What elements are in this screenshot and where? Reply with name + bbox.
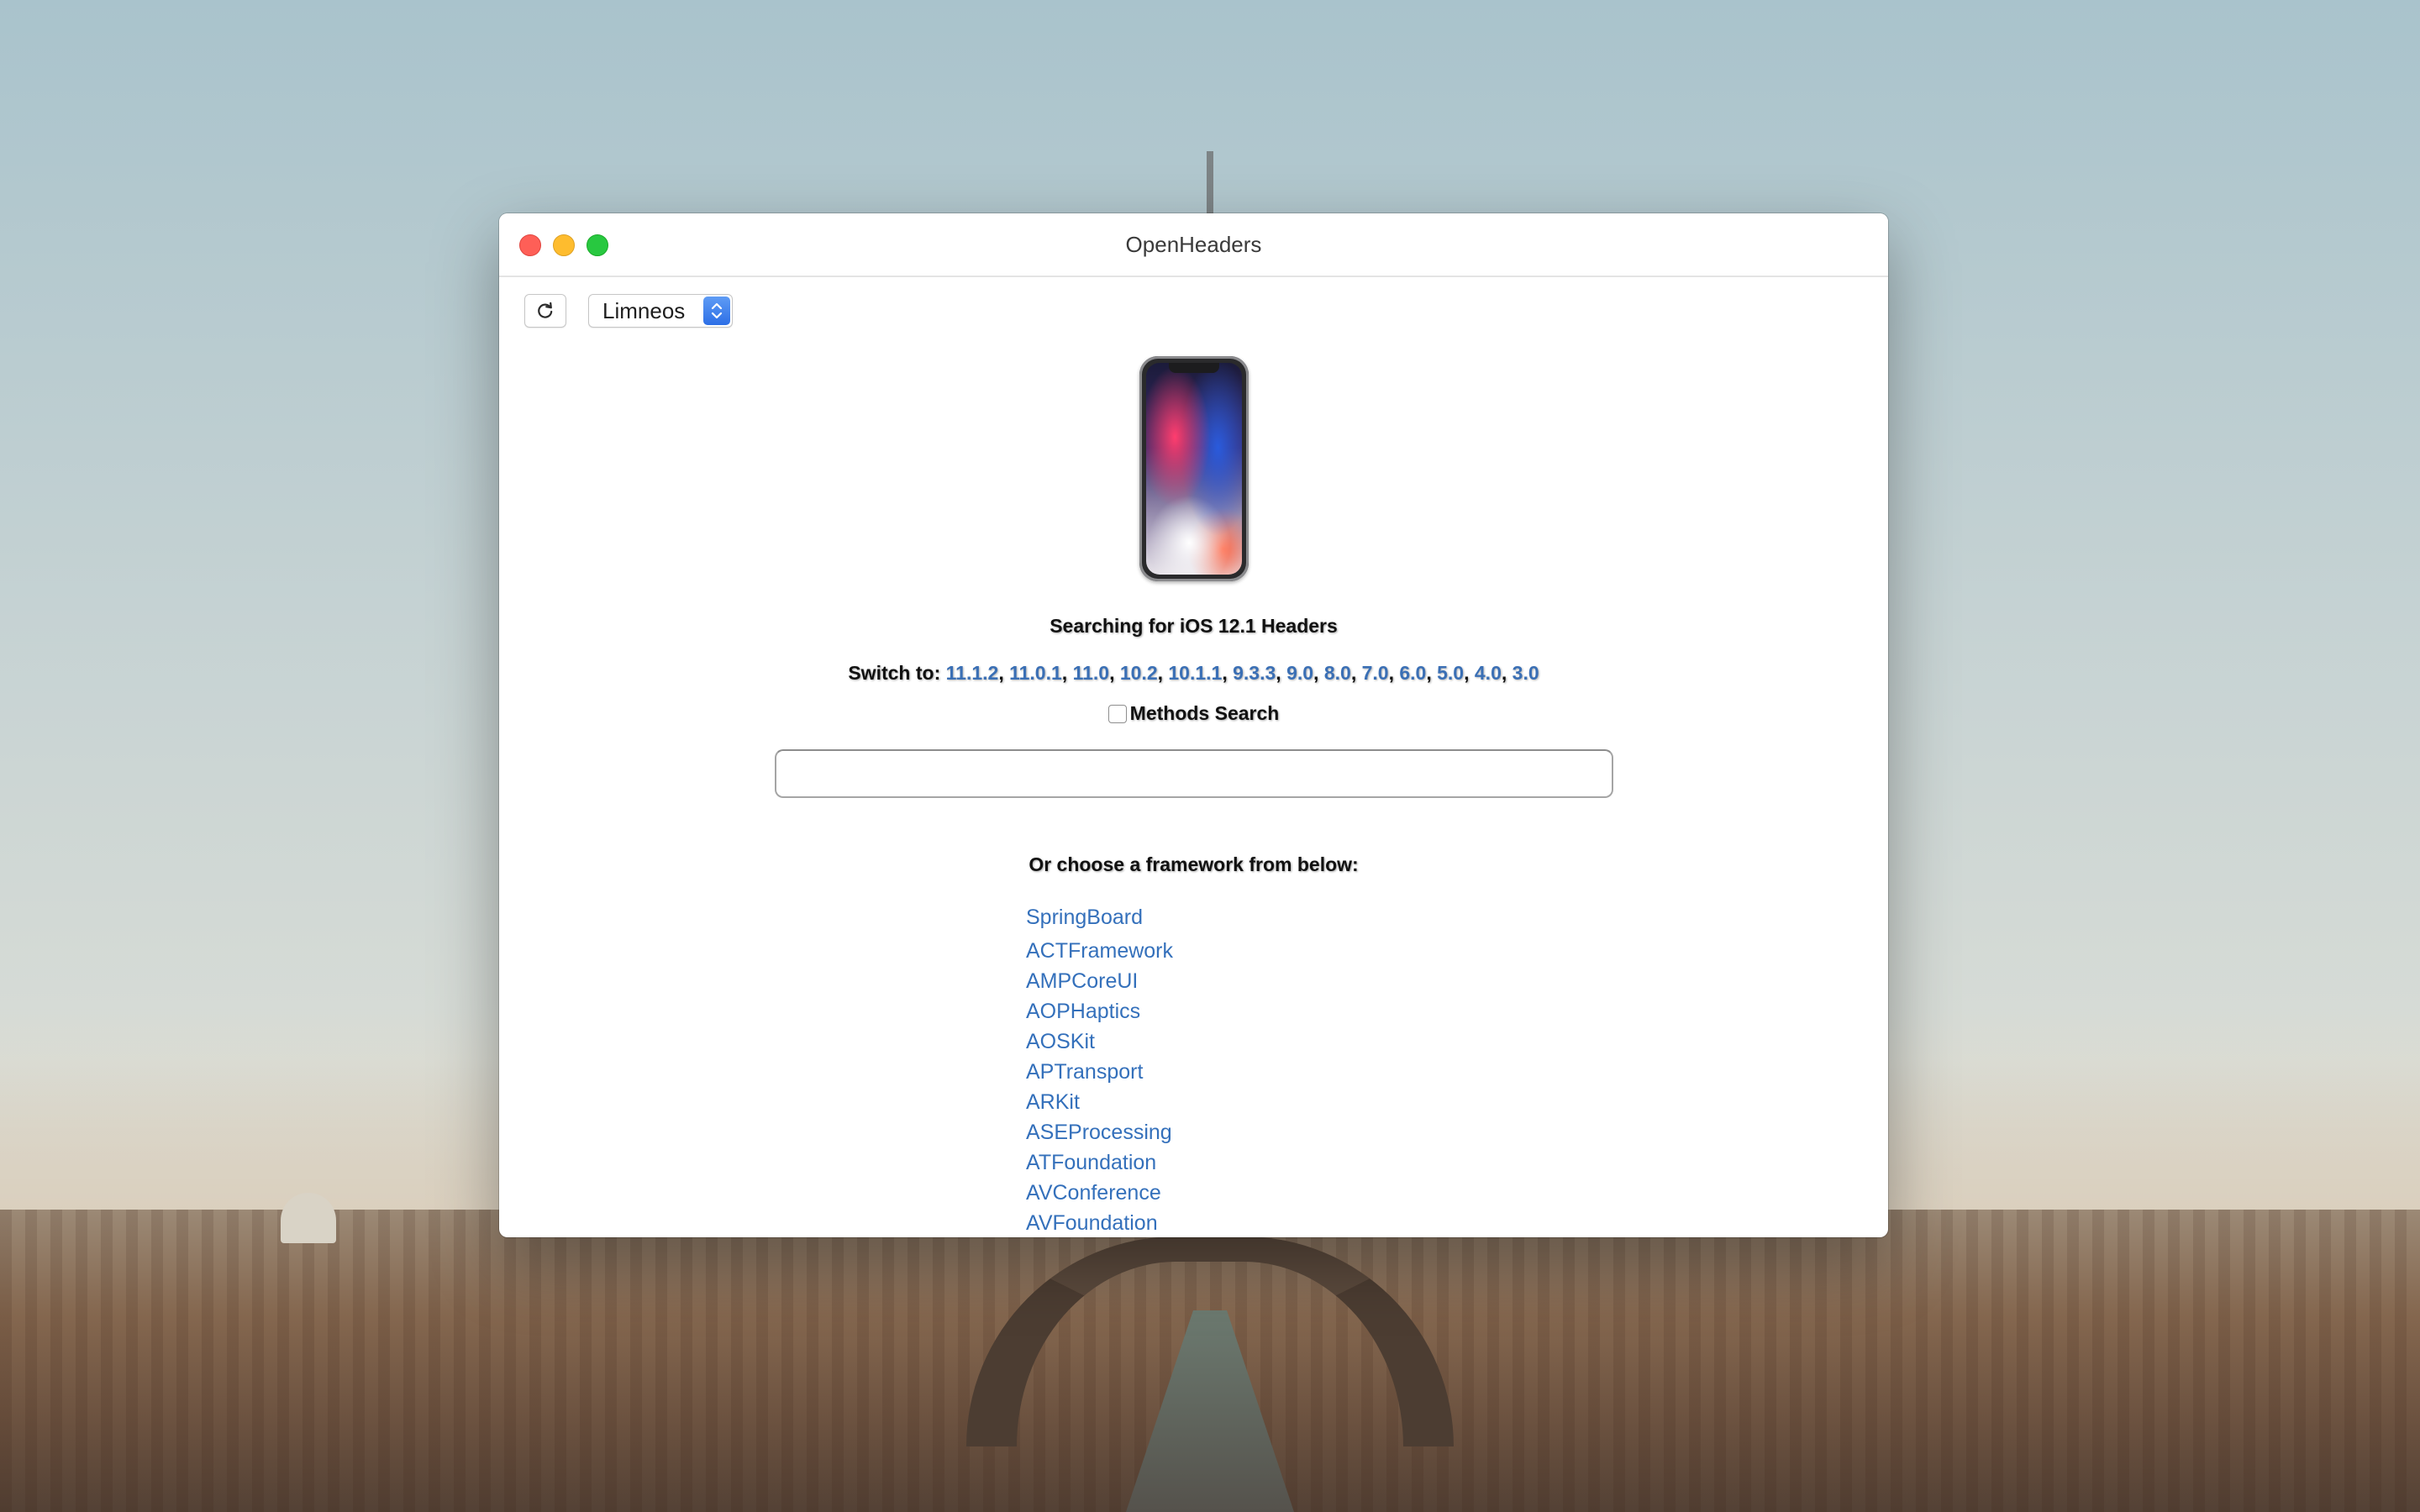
version-link[interactable]: 10.1.1 bbox=[1168, 662, 1222, 684]
version-separator: , bbox=[1313, 662, 1324, 684]
list-item: AVConference bbox=[1026, 1178, 1173, 1208]
switch-label: Switch to: bbox=[848, 662, 941, 684]
framework-link[interactable]: ACTFramework bbox=[1026, 939, 1173, 963]
search-input[interactable] bbox=[775, 749, 1613, 798]
choose-framework-heading: Or choose a framework from below: bbox=[1028, 853, 1359, 875]
list-item: ASEProcessing bbox=[1026, 1117, 1173, 1147]
window-title: OpenHeaders bbox=[1125, 232, 1262, 257]
version-link[interactable]: 5.0 bbox=[1437, 662, 1464, 684]
framework-link[interactable]: SpringBoard bbox=[1026, 906, 1143, 929]
version-separator: , bbox=[1350, 662, 1362, 684]
wallpaper-dome bbox=[281, 1193, 336, 1243]
framework-link[interactable]: ASEProcessing bbox=[1026, 1121, 1172, 1144]
iphone-x-image bbox=[1139, 356, 1249, 581]
searching-heading: Searching for iOS 12.1 Headers bbox=[1050, 615, 1338, 637]
list-item: APTransport bbox=[1026, 1057, 1173, 1087]
methods-search-label: Methods Search bbox=[1129, 702, 1280, 724]
version-separator: , bbox=[1061, 662, 1073, 684]
list-item: ACTFramework bbox=[1026, 936, 1173, 966]
close-window-button[interactable] bbox=[519, 234, 541, 256]
wallpaper-tower-antenna bbox=[1207, 151, 1213, 214]
framework-link[interactable]: ARKit bbox=[1026, 1090, 1080, 1114]
device-select-value: Limneos bbox=[602, 298, 686, 323]
version-separator: , bbox=[1388, 662, 1400, 684]
list-item: ATFoundation bbox=[1026, 1147, 1173, 1178]
updown-chevron-icon bbox=[703, 297, 730, 325]
title-bar[interactable]: OpenHeaders bbox=[499, 213, 1888, 277]
version-link[interactable]: 8.0 bbox=[1324, 662, 1351, 684]
framework-list: SpringBoard ACTFramework AMPCoreUI AOPHapti… bbox=[1026, 902, 1173, 1237]
device-select[interactable]: Limneos bbox=[588, 294, 733, 328]
version-separator: , bbox=[1157, 662, 1169, 684]
phone-notch bbox=[1169, 363, 1219, 373]
methods-search-checkbox[interactable] bbox=[1107, 704, 1127, 723]
list-item: SpringBoard bbox=[1026, 902, 1173, 932]
version-link[interactable]: 9.3.3 bbox=[1233, 662, 1276, 684]
refresh-button[interactable] bbox=[524, 294, 566, 328]
version-link[interactable]: 11.0.1 bbox=[1009, 662, 1062, 684]
methods-search-row: Methods Search bbox=[499, 702, 1888, 725]
list-item: AVFoundation bbox=[1026, 1208, 1173, 1237]
framework-link[interactable]: AMPCoreUI bbox=[1026, 969, 1138, 993]
framework-link[interactable]: AVConference bbox=[1026, 1181, 1161, 1205]
version-separator: , bbox=[1426, 662, 1438, 684]
switch-version-line: Switch to: 11.1.2, 11.0.1, 11.0, 10.2, 1… bbox=[499, 662, 1888, 685]
list-item: AOSKit bbox=[1026, 1026, 1173, 1057]
framework-link[interactable]: ATFoundation bbox=[1026, 1151, 1156, 1174]
version-link[interactable]: 11.1.2 bbox=[946, 662, 999, 684]
framework-link[interactable]: AVFoundation bbox=[1026, 1211, 1158, 1235]
version-separator: , bbox=[1276, 662, 1287, 684]
framework-link[interactable]: AOSKit bbox=[1026, 1030, 1095, 1053]
zoom-window-button[interactable] bbox=[587, 234, 608, 256]
framework-link[interactable]: AOPHaptics bbox=[1026, 1000, 1140, 1023]
minimize-window-button[interactable] bbox=[553, 234, 575, 256]
app-window: OpenHeaders Limneos Searching for iOS 12… bbox=[499, 213, 1888, 1237]
refresh-icon bbox=[538, 302, 553, 318]
version-separator: , bbox=[1501, 662, 1512, 684]
version-separator: , bbox=[1222, 662, 1234, 684]
version-separator: , bbox=[998, 662, 1010, 684]
version-separator: , bbox=[1109, 662, 1120, 684]
version-link[interactable]: 9.0 bbox=[1286, 662, 1313, 684]
version-link[interactable]: 3.0 bbox=[1512, 662, 1539, 684]
list-item: AMPCoreUI bbox=[1026, 966, 1173, 996]
version-link[interactable]: 6.0 bbox=[1399, 662, 1426, 684]
version-links: 11.1.2, 11.0.1, 11.0, 10.2, 10.1.1, 9.3.… bbox=[946, 662, 1539, 684]
phone-screen bbox=[1146, 363, 1242, 575]
version-link[interactable]: 10.2 bbox=[1120, 662, 1158, 684]
framework-link[interactable]: APTransport bbox=[1026, 1060, 1143, 1084]
version-link[interactable]: 4.0 bbox=[1475, 662, 1502, 684]
list-item: ARKit bbox=[1026, 1087, 1173, 1117]
version-separator: , bbox=[1464, 662, 1475, 684]
list-item: AOPHaptics bbox=[1026, 996, 1173, 1026]
version-link[interactable]: 11.0 bbox=[1073, 662, 1110, 684]
version-link[interactable]: 7.0 bbox=[1362, 662, 1389, 684]
